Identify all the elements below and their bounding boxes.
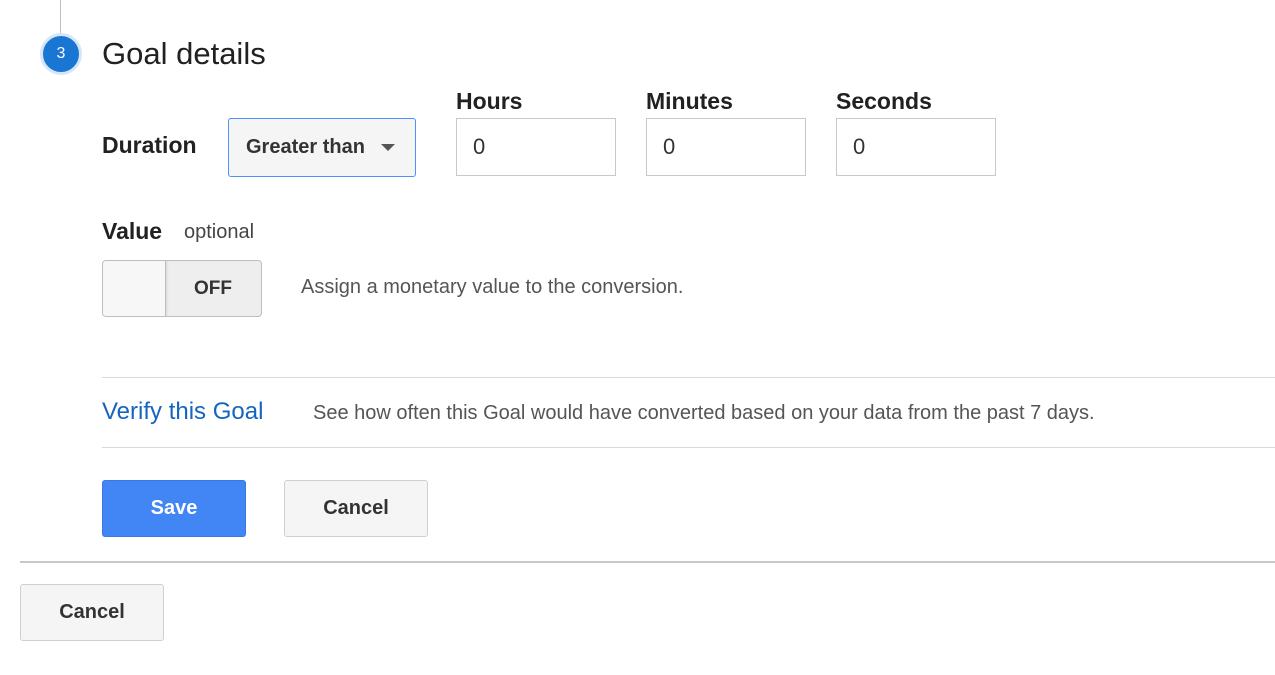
seconds-field-group: Seconds 0 <box>836 88 996 176</box>
step-connector-line <box>60 0 61 34</box>
step-title: Goal details <box>102 36 266 71</box>
save-button[interactable]: Save <box>102 480 246 537</box>
step-number-badge: 3 <box>40 33 82 75</box>
hours-label: Hours <box>456 88 523 114</box>
seconds-label: Seconds <box>836 88 932 114</box>
section-divider <box>20 561 1275 563</box>
value-description: Assign a monetary value to the conversio… <box>301 276 684 298</box>
toggle-knob <box>103 261 166 316</box>
duration-comparison-dropdown[interactable]: Greater than <box>228 118 416 177</box>
divider <box>102 447 1275 448</box>
cancel-button[interactable]: Cancel <box>284 480 428 537</box>
value-toggle[interactable]: OFF <box>102 260 262 317</box>
seconds-input[interactable]: 0 <box>836 118 996 176</box>
verify-goal-description: See how often this Goal would have conve… <box>313 402 1095 424</box>
duration-label: Duration <box>102 132 197 158</box>
duration-comparison-value: Greater than <box>246 136 365 158</box>
value-label: Value <box>102 218 163 244</box>
divider <box>102 377 1275 378</box>
goal-details-page: 3 Goal details Duration Greater than Hou… <box>0 0 1275 675</box>
verify-goal-link[interactable]: Verify this Goal <box>102 398 263 426</box>
minutes-field-group: Minutes 0 <box>646 88 806 176</box>
hours-input[interactable]: 0 <box>456 118 616 176</box>
value-optional-hint: optional <box>184 221 255 243</box>
minutes-input[interactable]: 0 <box>646 118 806 176</box>
footer-cancel-button[interactable]: Cancel <box>20 584 164 641</box>
toggle-state-label: OFF <box>194 277 232 299</box>
step-number: 3 <box>56 45 66 62</box>
minutes-label: Minutes <box>646 88 733 114</box>
hours-field-group: Hours 0 <box>456 88 616 176</box>
caret-down-icon <box>380 144 395 151</box>
